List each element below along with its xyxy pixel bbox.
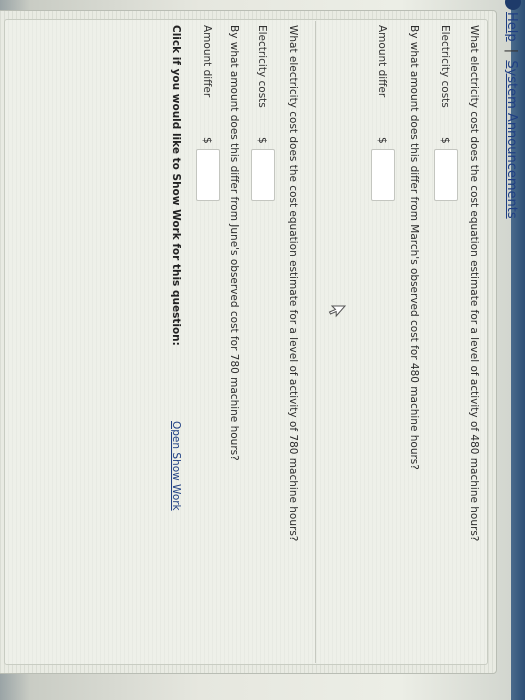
question-page: Help | System Announcements What electri… [0, 0, 525, 700]
question-780-text: What electricity cost does the cost equa… [287, 25, 299, 542]
header-separator: | [504, 48, 519, 54]
amount-differ-480-currency: $ [376, 137, 388, 144]
electricity-costs-480-input[interactable] [434, 149, 458, 201]
help-link[interactable]: Help [504, 12, 519, 42]
open-show-work-link[interactable]: Open Show Work [170, 421, 182, 511]
amount-differ-780-input[interactable] [196, 149, 220, 201]
question-480-text: What electricity cost does the cost equa… [468, 25, 480, 542]
question-panel: What electricity cost does the cost equa… [0, 10, 497, 674]
amount-differ-780-label: Amount differ [201, 25, 213, 98]
differ-march-question: By what amount does this differ from Mar… [408, 25, 420, 470]
amount-differ-780-currency: $ [201, 137, 213, 144]
system-announcements-link[interactable]: System Announcements [504, 60, 519, 218]
show-work-prompt: Click if you would like to Show Work for… [170, 25, 182, 346]
header-links: Help | System Announcements [504, 12, 519, 219]
electricity-costs-780-label: Electricity costs [256, 25, 268, 108]
section-divider [315, 21, 316, 663]
amount-differ-480-label: Amount differ [376, 25, 388, 98]
screen: Help | System Announcements What electri… [0, 0, 525, 700]
mouse-cursor-icon [328, 305, 346, 318]
electricity-costs-780-input[interactable] [251, 149, 275, 201]
differ-june-question: By what amount does this differ from Jun… [228, 25, 240, 461]
electricity-costs-480-label: Electricity costs [439, 25, 451, 108]
amount-differ-480-input[interactable] [371, 149, 395, 201]
electricity-costs-780-currency: $ [256, 137, 268, 144]
electricity-costs-480-currency: $ [439, 137, 451, 144]
